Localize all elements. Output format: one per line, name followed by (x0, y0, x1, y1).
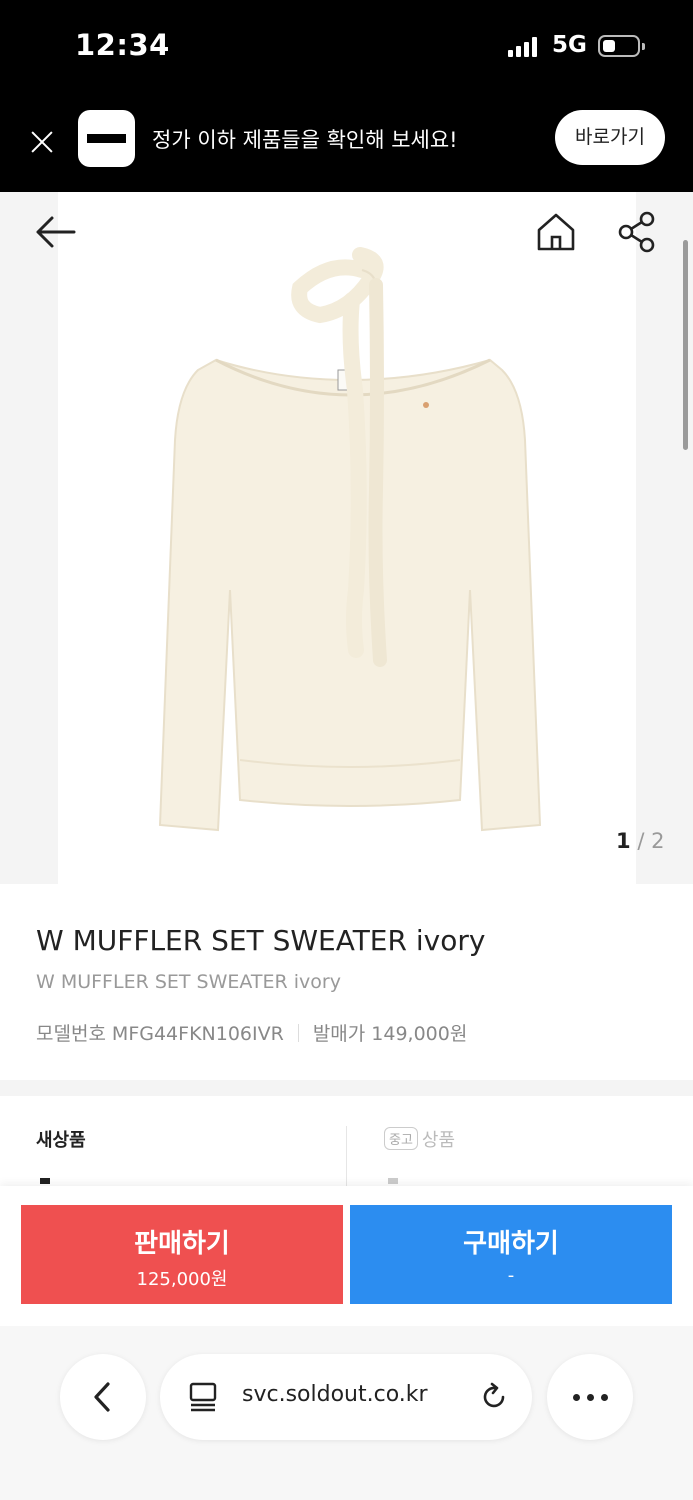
product-title: W MUFFLER SET SWEATER ivory (36, 924, 486, 957)
pager-separator: / (637, 829, 645, 853)
used-tag: 중고 (384, 1127, 418, 1150)
buy-price: - (507, 1265, 515, 1286)
share-icon[interactable] (616, 210, 658, 254)
gallery-pager: 1 / 2 (616, 829, 664, 853)
sell-label: 판매하기 (134, 1229, 230, 1259)
back-arrow-icon[interactable] (30, 212, 78, 252)
signal-icon (508, 37, 538, 57)
tab-indicator-inactive (388, 1178, 398, 1184)
url-text: svc.soldout.co.kr (242, 1382, 428, 1407)
tab-indicator (40, 1178, 50, 1184)
scrollbar[interactable] (683, 240, 688, 450)
promo-go-button[interactable]: 바로가기 (555, 110, 665, 165)
tab-new-product[interactable]: 새상품 (36, 1126, 86, 1152)
model-label: 모델번호 (36, 1023, 106, 1045)
app-logo-icon (78, 110, 135, 167)
product-subtitle: W MUFFLER SET SWEATER ivory (36, 971, 341, 993)
section-divider (0, 1080, 693, 1096)
tab-used-product[interactable]: 중고 상품 (384, 1126, 455, 1152)
promo-message: 정가 이하 제품들을 확인해 보세요! (152, 128, 458, 152)
address-bar[interactable]: svc.soldout.co.kr (160, 1354, 532, 1440)
network-label: 5G (552, 32, 587, 58)
browser-toolbar: svc.soldout.co.kr (0, 1326, 693, 1500)
action-bar: 판매하기 125,000원 구매하기 - (0, 1186, 693, 1326)
pager-current: 1 (616, 829, 631, 853)
product-meta: 모델번호 MFG44FKN106IVR 발매가 149,000원 (36, 1019, 467, 1046)
tab-divider (346, 1126, 347, 1186)
battery-icon (598, 35, 645, 57)
model-value: MFG44FKN106IVR (111, 1023, 284, 1045)
buy-label: 구매하기 (463, 1229, 559, 1259)
sell-price: 125,000원 (136, 1269, 228, 1290)
reload-icon[interactable] (478, 1381, 510, 1413)
more-icon[interactable] (547, 1354, 633, 1440)
close-icon[interactable] (28, 128, 56, 156)
meta-divider (297, 1024, 299, 1042)
product-image (158, 247, 542, 832)
buy-button[interactable]: 구매하기 - (350, 1205, 672, 1304)
promo-banner: 정가 이하 제품들을 확인해 보세요! 바로가기 (0, 96, 693, 192)
release-label: 발매가 (312, 1023, 366, 1045)
status-bar: 12:34 5G (0, 0, 693, 96)
pager-total: 2 (651, 829, 665, 853)
browser-back-button[interactable] (60, 1354, 146, 1440)
sell-button[interactable]: 판매하기 125,000원 (21, 1205, 343, 1304)
reader-icon[interactable] (188, 1381, 218, 1413)
release-value: 149,000원 (371, 1023, 468, 1045)
status-time: 12:34 (75, 28, 170, 62)
chevron-left-icon (94, 1382, 110, 1412)
used-label: 상품 (421, 1130, 456, 1151)
